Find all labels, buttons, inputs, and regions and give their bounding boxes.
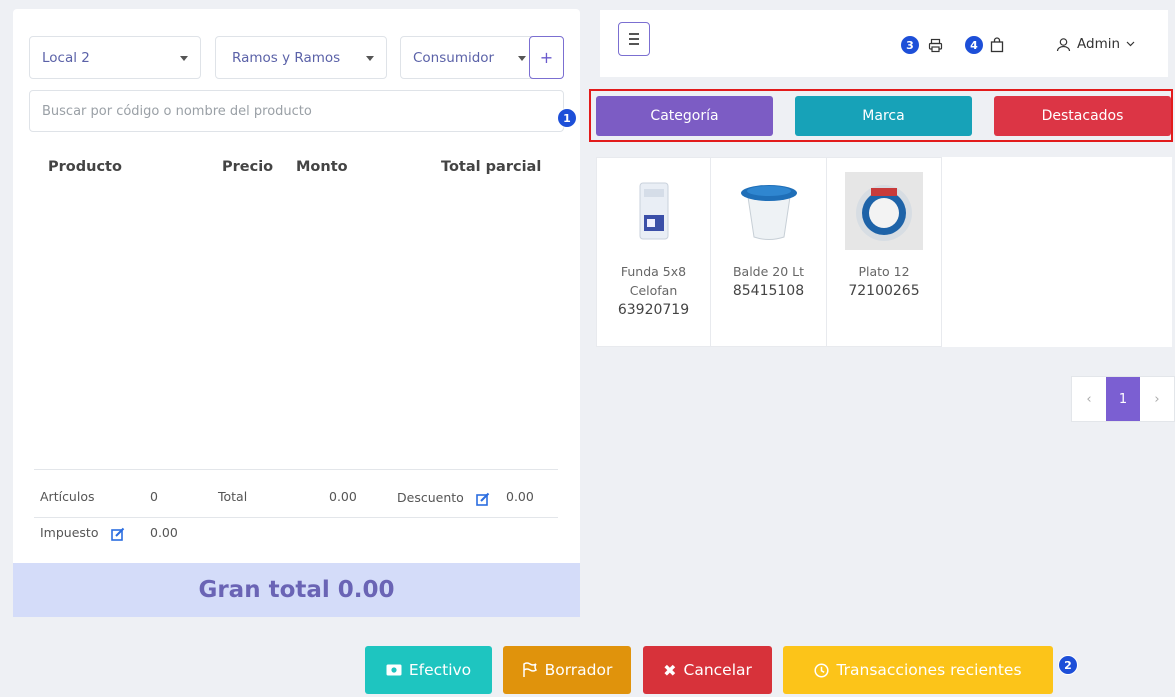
product-search-input[interactable]: [29, 90, 564, 132]
product-name: Funda 5x8 Celofan: [620, 264, 687, 298]
product-code: 72100265: [848, 283, 920, 299]
cancel-label: Cancelar: [683, 661, 752, 679]
divider: [34, 517, 558, 518]
customer-select[interactable]: Consumidor: [400, 36, 537, 79]
grand-total: Gran total 0.00: [13, 563, 580, 617]
bag-badge: 4: [964, 35, 984, 55]
tab-featured[interactable]: Destacados: [994, 96, 1171, 136]
user-menu[interactable]: Admin: [1056, 36, 1135, 52]
product-image: [730, 172, 808, 250]
chevron-down-icon: [1126, 41, 1135, 47]
product-code: 63920719: [617, 302, 690, 318]
product-name: Plato 12: [858, 264, 910, 279]
local-select[interactable]: Local 2: [29, 36, 201, 79]
clock-icon: [814, 662, 829, 678]
total-value: 0.00: [329, 489, 357, 504]
cash-label: Efectivo: [408, 661, 472, 679]
edit-tax-icon[interactable]: [111, 527, 125, 541]
cart-panel: Local 2 Ramos y Ramos Consumidor + Produ…: [13, 9, 580, 617]
user-name: Admin: [1077, 36, 1121, 52]
hamburger-icon: [629, 38, 639, 40]
divider: [34, 469, 558, 470]
flag-icon: [522, 662, 537, 677]
printer-icon[interactable]: [928, 38, 943, 53]
add-customer-button[interactable]: +: [529, 36, 564, 79]
product-card[interactable]: Plato 12 72100265: [826, 157, 942, 347]
chevron-down-icon: [366, 56, 374, 61]
local-select-value: Local 2: [42, 49, 90, 66]
pagination-page-1[interactable]: 1: [1106, 377, 1140, 421]
annotation-marker-2: 2: [1058, 655, 1078, 675]
tax-label: Impuesto: [40, 525, 99, 540]
discount-label: Descuento: [397, 490, 464, 505]
product-code: 85415108: [732, 283, 805, 299]
column-header-amount: Monto: [296, 159, 348, 175]
pagination: ‹ 1 ›: [1071, 376, 1175, 422]
column-header-product: Producto: [48, 159, 122, 175]
close-icon: ✖: [663, 660, 677, 680]
recent-transactions-label: Transacciones recientes: [836, 661, 1022, 679]
column-header-subtotal: Total parcial: [441, 159, 542, 175]
items-value: 0: [150, 489, 158, 504]
draft-button[interactable]: Borrador: [503, 646, 631, 694]
total-label: Total: [218, 489, 248, 504]
chevron-down-icon: [518, 56, 526, 61]
discount-value: 0.00: [506, 489, 534, 504]
column-header-price: Precio: [222, 159, 274, 175]
shopping-bag-icon[interactable]: [990, 37, 1004, 53]
draft-label: Borrador: [544, 661, 613, 679]
top-bar: 3 4 Admin: [600, 10, 1168, 77]
print-badge: 3: [900, 35, 920, 55]
menu-toggle-button[interactable]: [618, 22, 650, 56]
edit-discount-icon[interactable]: [476, 492, 490, 506]
pagination-next[interactable]: ›: [1140, 377, 1174, 421]
user-icon: [1056, 37, 1071, 51]
product-grid: Funda 5x8 Celofan 63920719 Balde 20 Lt 8…: [596, 157, 1172, 347]
tab-brand[interactable]: Marca: [795, 96, 972, 136]
cancel-button[interactable]: ✖ Cancelar: [643, 646, 772, 694]
pagination-prev[interactable]: ‹: [1072, 377, 1106, 421]
cash-payment-button[interactable]: Efectivo: [365, 646, 492, 694]
product-image: [615, 172, 693, 250]
product-image: [845, 172, 923, 250]
product-name: Balde 20 Lt: [732, 264, 805, 279]
annotation-marker-1: 1: [557, 108, 577, 128]
customer-group-value: Ramos y Ramos: [232, 49, 341, 66]
tab-category[interactable]: Categoría: [596, 96, 773, 136]
recent-transactions-button[interactable]: Transacciones recientes: [783, 646, 1053, 694]
items-label: Artículos: [40, 489, 95, 504]
customer-value: Consumidor: [413, 49, 495, 66]
hamburger-icon: [629, 43, 639, 45]
money-icon: [386, 664, 402, 676]
tax-value: 0.00: [150, 525, 178, 540]
customer-group-select[interactable]: Ramos y Ramos: [215, 36, 387, 79]
chevron-down-icon: [180, 56, 188, 61]
product-card[interactable]: Balde 20 Lt 85415108: [710, 157, 827, 347]
hamburger-icon: [629, 33, 639, 35]
product-card[interactable]: Funda 5x8 Celofan 63920719: [596, 157, 711, 347]
